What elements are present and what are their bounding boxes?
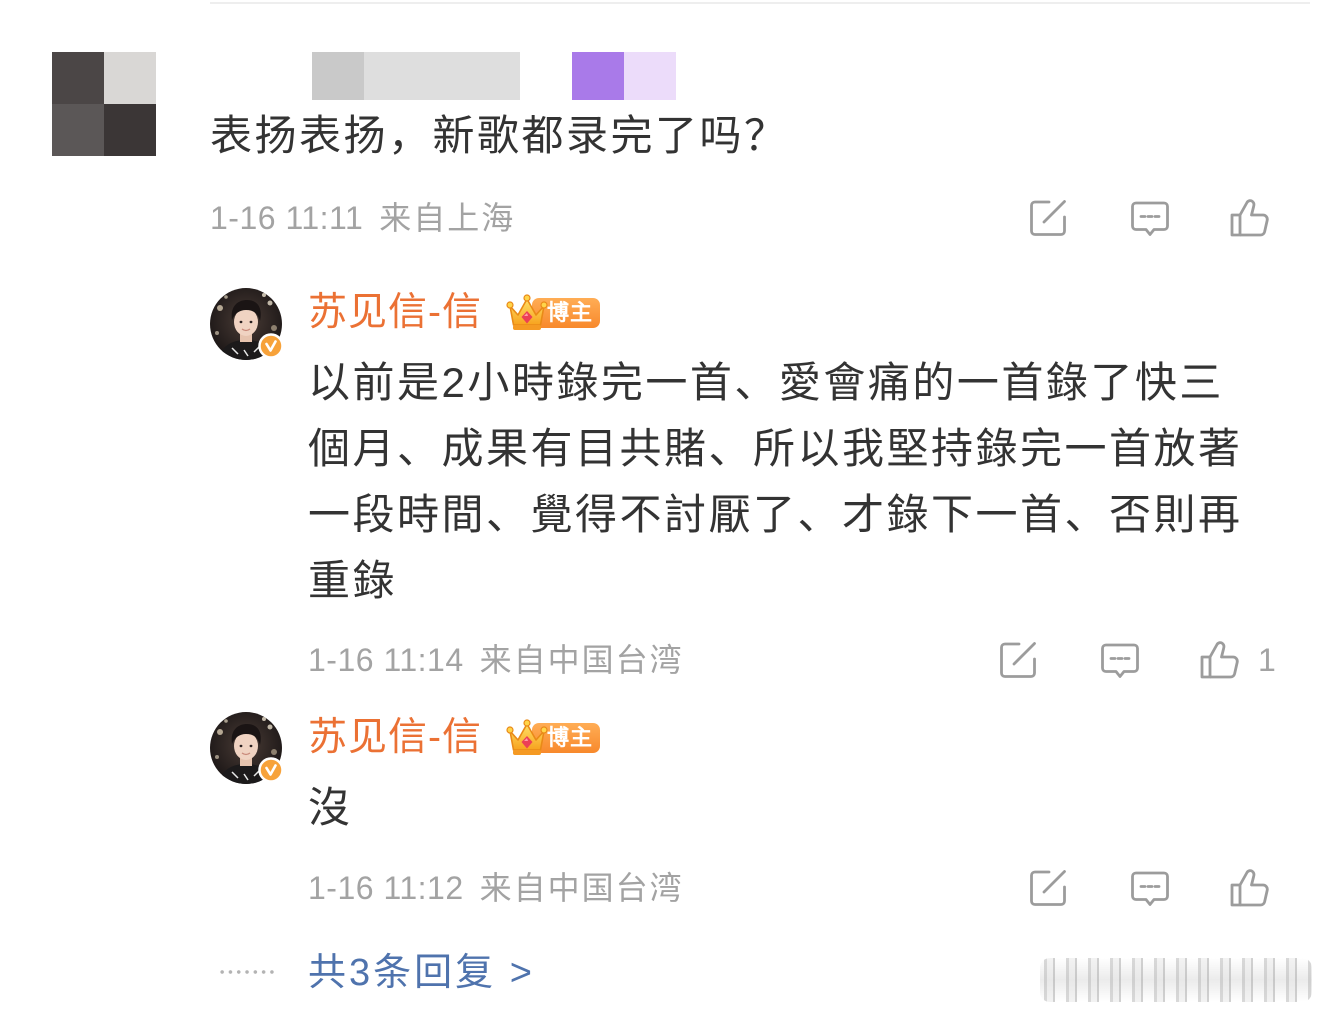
like-button[interactable] [1227,196,1271,240]
like-count: 1 [1258,642,1276,678]
blogger-badge: 博主 [505,717,605,759]
reply-text-line: 重錄 [308,557,398,604]
avatar[interactable] [52,52,156,156]
forward-icon[interactable] [1026,866,1070,910]
reply-time: 1-16 11:12 [308,870,464,906]
more-replies-link[interactable]: 共3条回复 > [308,948,535,998]
like-button[interactable] [1197,638,1241,682]
forward-icon[interactable] [996,638,1040,682]
comment-button[interactable] [1128,196,1172,240]
comment-icon[interactable] [1098,638,1142,682]
redacted-block [312,52,364,100]
comment-meta: 1-16 11:11 来自上海 [210,198,515,238]
forward-button[interactable] [996,638,1040,682]
reply-text: 以前是2小時錄完一首、愛會痛的一首錄了快三 個月、成果有目共賭、所以我堅持錄完一… [308,350,1243,614]
like-icon[interactable] [1227,866,1271,910]
verified-icon [258,757,284,783]
author-name[interactable]: 苏见信-信 [308,288,482,338]
comment-location: 来自上海 [379,200,516,236]
redacted-block [572,52,624,100]
redacted-block [364,52,520,100]
comment-icon[interactable] [1128,866,1172,910]
verified-icon [258,333,284,359]
comment-time: 1-16 11:11 [210,200,364,236]
reply-meta: 1-16 11:14 来自中国台湾 [308,640,684,680]
avatar-pixel [52,104,104,156]
forward-button[interactable] [1026,196,1070,240]
like-icon[interactable] [1227,196,1271,240]
top-divider [210,2,1310,4]
reply-divider-dots [218,970,276,974]
blogger-badge: 博主 [505,292,605,334]
comment-icon[interactable] [1128,196,1172,240]
reply-location: 来自中国台湾 [479,870,684,906]
avatar-pixel [104,104,156,156]
crown-icon [506,294,548,330]
reply-time: 1-16 11:14 [308,642,464,678]
avatar-pixel [104,52,156,104]
forward-icon[interactable] [1026,196,1070,240]
reply-text-line: 一段時間、覺得不討厭了、才錄下一首、否則再 [308,491,1243,538]
comment-button[interactable] [1098,638,1142,682]
like-icon[interactable] [1197,638,1241,682]
reply-location: 来自中国台湾 [479,642,684,678]
avatar-pixel [52,52,104,104]
reply-text: 沒 [308,775,353,841]
like-button[interactable] [1227,866,1271,910]
watermark [1040,958,1312,1002]
forward-button[interactable] [1026,866,1070,910]
comment-button[interactable] [1128,866,1172,910]
redacted-block [624,52,676,100]
comment-text: 表扬表扬，新歌都录完了吗？ [210,112,789,159]
reply-meta: 1-16 11:12 来自中国台湾 [308,868,684,908]
reply-text-line: 沒 [308,784,353,831]
crown-icon [506,719,548,755]
reply-text-line: 個月、成果有目共賭、所以我堅持錄完一首放著 [308,425,1243,472]
reply-text-line: 以前是2小時錄完一首、愛會痛的一首錄了快三 [308,359,1224,406]
redacted-username[interactable] [312,52,520,100]
redacted-badge [572,52,676,100]
author-name[interactable]: 苏见信-信 [308,713,482,763]
